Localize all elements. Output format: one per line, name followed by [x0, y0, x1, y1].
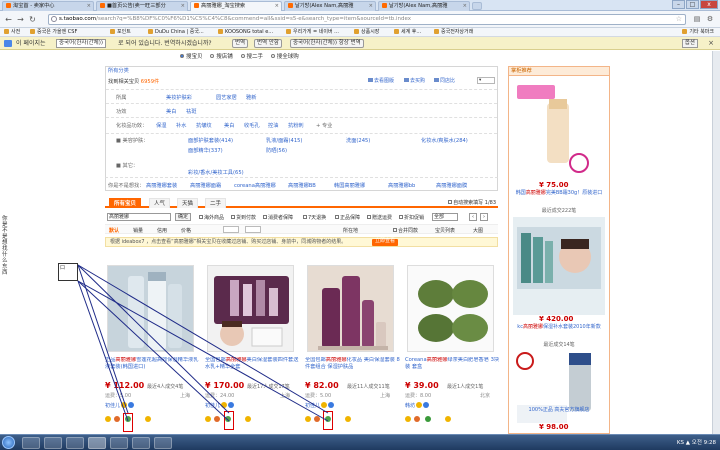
sidebar-price: ¥ 98.00	[539, 423, 569, 431]
translate-button[interactable]: 번역	[232, 39, 249, 48]
sidebar-header: 掌柜推荐	[509, 67, 609, 76]
sidebar-sales: 最近成交222笔	[541, 208, 577, 214]
bookmark-star-icon[interactable]: ☆	[676, 15, 682, 24]
bookmark-icon	[148, 29, 153, 34]
sidebar-title[interactable]: kc高丽雅娜保湿补水套装2010年新款	[513, 324, 605, 331]
bookmark-icon	[218, 29, 223, 34]
annotation-box: 口	[58, 263, 78, 281]
bookmark-item[interactable]: KOOSONG total e...	[218, 28, 273, 37]
bookmark-item[interactable]: DuDu China | 중국...	[148, 28, 204, 37]
favicon-icon	[6, 3, 11, 8]
close-window-button[interactable]: x	[700, 0, 718, 9]
no-translate-button[interactable]: 번역 안함	[254, 39, 282, 48]
browser-tabstrip: 淘宝首 - 卖家中心 × ■首页公告(卖一旺三部分 × 高丽雅娜_淘宝搜索 × 날기방…	[0, 0, 720, 11]
translate-options-button[interactable]: 옵션	[681, 39, 698, 48]
taskbar-app-icon[interactable]	[22, 437, 40, 449]
translate-icon	[4, 40, 12, 47]
close-tab-icon[interactable]: ×	[275, 2, 279, 11]
taskbar-app-icon[interactable]	[66, 437, 84, 449]
folder-icon	[682, 29, 688, 34]
bookmark-item[interactable]: 사전	[4, 28, 20, 37]
bookmark-icon	[4, 29, 9, 34]
browser-tab[interactable]: ■首页公告(卖一旺三部分 ×	[96, 1, 188, 11]
address-bar[interactable]: s.taobao.com/search?q=%B8%DF%C0%F6%D1%C5…	[48, 14, 686, 25]
url-domain: s.taobao.com	[59, 16, 97, 22]
sidebar-title[interactable]: 韩国高丽雅娜完美BB霜30g！原装进口	[513, 190, 605, 197]
page-menu-icon[interactable]: ▤	[692, 14, 702, 24]
sidebar-price: ¥ 75.00	[539, 181, 569, 189]
taskbar-app-icon[interactable]	[44, 437, 62, 449]
favicon-icon	[100, 3, 105, 8]
sidebar-product-image[interactable]	[513, 79, 605, 179]
window-controls: – □ x	[672, 0, 718, 9]
browser-tab[interactable]: 날기방(Alex Nam,高丽雅 ×	[378, 1, 470, 11]
taskbar-app-icon[interactable]	[154, 437, 172, 449]
bookmarks-bar: 사전 중국은 가을엔 CSF 포인트 DuDu China | 중국... KO…	[0, 28, 720, 37]
browser-tab[interactable]: 淘宝首 - 卖家中心 ×	[2, 1, 94, 11]
system-tray: KS ▲ 오전 9:28	[676, 440, 716, 446]
translate-infobar: 이 페이지는 중국어(한자(간체)) 로 되어 있습니다. 번역하시겠습니까? …	[0, 37, 720, 50]
bookmark-item[interactable]: 우리가게 = 네이버 ...	[286, 28, 339, 37]
bookmark-icon	[110, 29, 115, 34]
browser-tab-active[interactable]: 高丽雅娜_淘宝搜索 ×	[190, 1, 282, 11]
bookmark-item[interactable]: 포인트	[110, 28, 131, 37]
annotation-vertical-text: 你是不是想找什么东西	[2, 216, 8, 276]
always-translate-button[interactable]: 중국어(한자(간체)) 항상 번역	[290, 39, 364, 48]
translate-question: 로 되어 있습니다. 번역하시겠습니까?	[118, 40, 212, 47]
back-arrow-icon[interactable]: ←	[4, 15, 13, 24]
reload-icon[interactable]: ↻	[28, 15, 37, 24]
page-content: 搜宝贝 搜店铺 搜二手 搜全球购 所有分类 找到相关宝贝 6959件 去看图版 …	[0, 51, 720, 434]
source-language-select[interactable]: 중국어(한자(간체))	[56, 39, 107, 48]
taskbar-app-icon[interactable]	[132, 437, 150, 449]
bookmark-item[interactable]: 상품시장	[354, 28, 379, 37]
sidebar-title[interactable]: 100%正品 高夫官方旗舰店	[513, 407, 605, 414]
close-tab-icon[interactable]: ×	[181, 2, 185, 11]
favicon-icon	[194, 3, 199, 8]
wrench-icon[interactable]: ⚙	[705, 14, 715, 24]
bookmark-icon	[30, 29, 35, 34]
recommend-sidebar: 掌柜推荐 ¥ 75.00 韩国高丽雅娜完美BB霜30g！原装进口 最近成交222…	[508, 66, 610, 434]
sidebar-product-image[interactable]	[513, 349, 605, 431]
bookmark-icon	[354, 29, 359, 34]
close-tab-icon[interactable]: ×	[87, 2, 91, 11]
maximize-button[interactable]: □	[686, 0, 699, 9]
scrollbar[interactable]	[712, 51, 720, 434]
sidebar-product-image[interactable]	[513, 217, 605, 315]
bookmark-item[interactable]: 세계 후...	[394, 28, 421, 37]
favicon-icon	[288, 3, 293, 8]
bookmark-icon	[286, 29, 291, 34]
browser-toolbar: ← → ↻ s.taobao.com/search?q=%B8%DF%C0%F6…	[0, 11, 720, 28]
minimize-button[interactable]: –	[672, 0, 685, 9]
other-bookmarks[interactable]: 기타 북마크	[682, 28, 714, 37]
bookmark-item[interactable]: 중국은 가을엔 CSF	[30, 28, 77, 37]
clock[interactable]: 오전 9:28	[692, 440, 716, 446]
annotation-lines	[77, 264, 329, 422]
bookmark-icon	[434, 29, 439, 34]
url-path: /search?q=%B8%DF%C0%F6%D1%C5%C4%C8&comme…	[96, 16, 412, 22]
forward-arrow-icon[interactable]: →	[16, 15, 25, 24]
close-tab-icon[interactable]: ×	[369, 2, 373, 11]
taskbar-app-icon[interactable]	[88, 437, 106, 449]
ime-indicator[interactable]: KS	[677, 440, 684, 446]
bookmark-item[interactable]: 중국전자상거래	[434, 28, 473, 37]
close-icon[interactable]: ×	[708, 37, 714, 50]
globe-icon	[51, 16, 57, 22]
start-button[interactable]	[2, 436, 15, 449]
new-tab-button[interactable]	[472, 2, 482, 10]
browser-tab[interactable]: 날기방(Alex Nam,高丽雅 ×	[284, 1, 376, 11]
bookmark-icon	[394, 29, 399, 34]
close-tab-icon[interactable]: ×	[463, 2, 467, 11]
sidebar-price: ¥ 420.00	[539, 315, 574, 323]
translate-message: 이 페이지는	[16, 40, 46, 47]
windows-taskbar: KS ▲ 오전 9:28	[0, 434, 720, 450]
favicon-icon	[382, 3, 387, 8]
taskbar-app-icon[interactable]	[110, 437, 128, 449]
sidebar-sales: 最近成交14笔	[543, 342, 575, 348]
